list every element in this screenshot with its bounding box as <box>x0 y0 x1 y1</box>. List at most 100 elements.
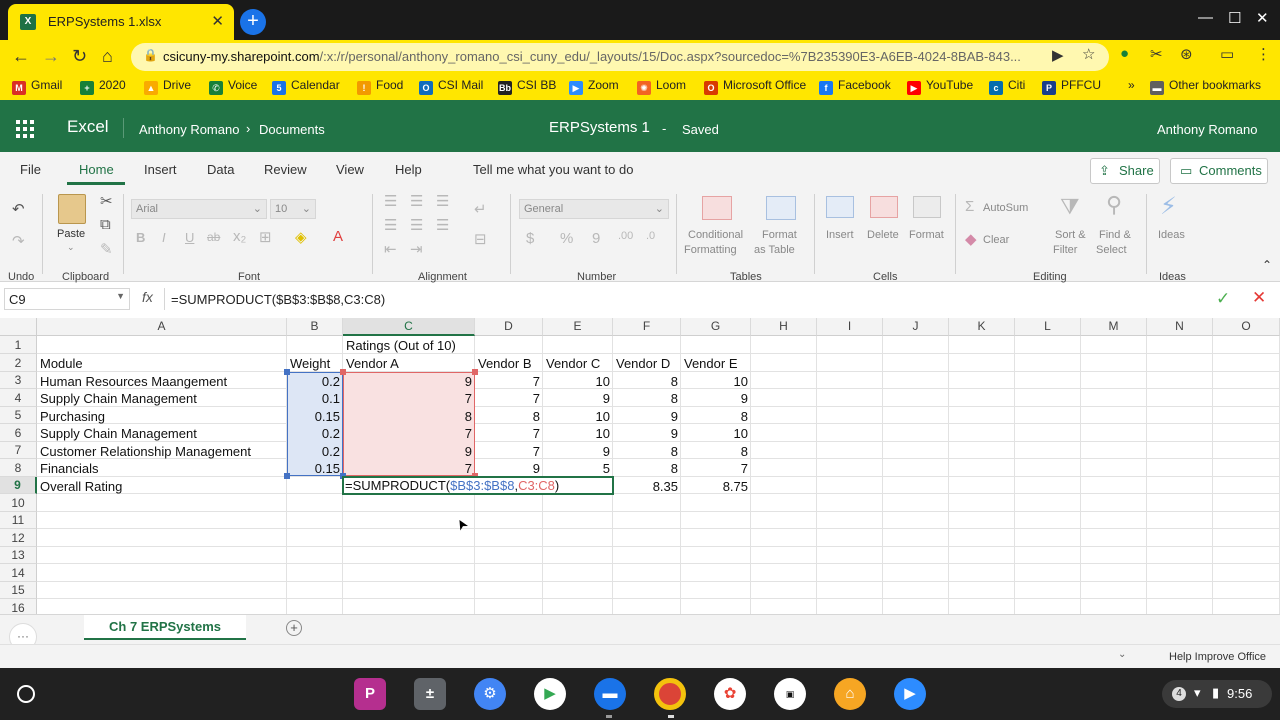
cell-c1[interactable]: Ratings (Out of 10) <box>346 337 456 354</box>
sort-filter-label-1[interactable]: Sort & <box>1055 229 1086 241</box>
document-title[interactable]: ERPSystems 1 <box>549 119 650 136</box>
cell-b4[interactable]: 0.1 <box>287 390 340 407</box>
cell-f4[interactable]: 8 <box>613 390 678 407</box>
cell-g7[interactable]: 8 <box>681 443 748 460</box>
font-color-icon[interactable]: A <box>333 228 343 245</box>
column-header-h[interactable]: H <box>751 318 817 336</box>
cell-f9[interactable]: 8.35 <box>613 478 678 495</box>
cell-c7[interactable]: 9 <box>343 443 472 460</box>
launcher-icon[interactable] <box>17 685 35 703</box>
percent-button[interactable]: % <box>560 230 573 247</box>
breadcrumb-user[interactable]: Anthony Romano <box>139 122 239 137</box>
cell-d4[interactable]: 7 <box>475 390 540 407</box>
extension-icon[interactable]: ● <box>1120 45 1129 62</box>
url-input[interactable]: 🔒 csicuny-my.sharepoint.com/:x:/r/person… <box>131 43 1109 71</box>
system-tray[interactable]: 4 ▾ ▮ 9:56 <box>1162 680 1272 708</box>
bookmark-loom[interactable]: ✺ Loom <box>637 78 686 95</box>
undo-icon[interactable]: ↶ <box>12 200 25 218</box>
bookmark-facebook[interactable]: f Facebook <box>819 78 891 95</box>
bookmark-star-icon[interactable]: ☆ <box>1082 45 1095 63</box>
cell-c8[interactable]: 7 <box>343 460 472 477</box>
decrease-decimal-icon[interactable]: .0 <box>646 230 655 242</box>
minimize-icon[interactable]: — <box>1198 9 1213 26</box>
cell-a9[interactable]: Overall Rating <box>40 478 122 495</box>
column-header-n[interactable]: N <box>1147 318 1213 336</box>
currency-button[interactable]: $ <box>526 230 534 247</box>
autosum-button[interactable]: AutoSum <box>983 202 1028 214</box>
strikethrough-button[interactable]: ab <box>207 230 220 244</box>
calculator-icon[interactable]: ± <box>414 678 446 710</box>
cell-g2[interactable]: Vendor E <box>684 355 738 372</box>
row-header-9[interactable]: 9 <box>0 477 37 494</box>
delete-cells-icon[interactable] <box>870 196 898 218</box>
align-center-icon[interactable]: ☰ <box>410 216 423 234</box>
browser-tab[interactable]: X ERPSystems 1.xlsx ✕ <box>8 4 234 40</box>
select-all-corner[interactable] <box>0 318 37 336</box>
column-header-c[interactable]: C <box>343 318 475 336</box>
row-header-3[interactable]: 3 <box>0 372 37 389</box>
tab-file[interactable]: File <box>20 162 41 177</box>
cell-d3[interactable]: 7 <box>475 373 540 390</box>
cell-a8[interactable]: Financials <box>40 460 99 477</box>
extension-2-icon[interactable]: ✂ <box>1150 45 1163 63</box>
cell-f7[interactable]: 8 <box>613 443 678 460</box>
photos-icon[interactable]: ✿ <box>714 678 746 710</box>
conditional-formatting-label-2[interactable]: Formatting <box>684 244 737 256</box>
home-app-icon[interactable]: ⌂ <box>834 678 866 710</box>
align-top-icon[interactable]: ☰ <box>384 192 397 210</box>
increase-decimal-icon[interactable]: .00 <box>618 230 633 242</box>
paste-dropdown-icon[interactable]: ⌄ <box>67 242 75 253</box>
autosum-icon[interactable]: Σ <box>965 198 974 215</box>
number-format-select[interactable]: General ⌄ <box>519 199 669 219</box>
cell-c4[interactable]: 7 <box>343 390 472 407</box>
share-button[interactable]: ⇪ Share <box>1090 158 1160 184</box>
cell-g4[interactable]: 9 <box>681 390 748 407</box>
files-icon[interactable]: ▬ <box>594 678 626 710</box>
row-header-11[interactable]: 11 <box>0 512 37 529</box>
collapse-ribbon-icon[interactable]: ⌃ <box>1262 258 1272 272</box>
find-icon[interactable]: ⚲ <box>1106 192 1122 218</box>
cell-d5[interactable]: 8 <box>475 408 540 425</box>
column-header-f[interactable]: F <box>613 318 681 336</box>
reload-icon[interactable]: ↻ <box>72 46 87 67</box>
name-box[interactable]: C9 ▼ <box>4 288 130 310</box>
mama-app-icon[interactable]: ▣ <box>774 678 806 710</box>
italic-button[interactable]: I <box>162 230 166 245</box>
row-header-5[interactable]: 5 <box>0 407 37 424</box>
format-as-table-icon[interactable] <box>766 196 796 220</box>
cell-f6[interactable]: 9 <box>613 425 678 442</box>
bookmark-youtube[interactable]: ▶ YouTube <box>907 78 973 95</box>
cell-b3[interactable]: 0.2 <box>287 373 340 390</box>
font-size-select[interactable]: 10 ⌄ <box>270 199 316 219</box>
home-icon[interactable]: ⌂ <box>102 46 113 67</box>
cell-d8[interactable]: 9 <box>475 460 540 477</box>
bookmark-citi[interactable]: c Citi <box>989 78 1025 95</box>
tab-data[interactable]: Data <box>207 162 234 177</box>
menu-icon[interactable]: ⋮ <box>1256 45 1271 63</box>
cancel-icon[interactable]: ✕ <box>1252 288 1266 308</box>
bookmark-voice[interactable]: ✆ Voice <box>209 78 257 95</box>
tab-view[interactable]: View <box>336 162 364 177</box>
cell-g9[interactable]: 8.75 <box>681 478 748 495</box>
cell-f2[interactable]: Vendor D <box>616 355 670 372</box>
cell-c6[interactable]: 7 <box>343 425 472 442</box>
sort-filter-label-2[interactable]: Filter <box>1053 244 1077 256</box>
find-select-label-2[interactable]: Select <box>1096 244 1127 256</box>
row-header-8[interactable]: 8 <box>0 459 37 477</box>
cell-c3[interactable]: 9 <box>343 373 472 390</box>
bookmark-2020[interactable]: +2020 <box>80 78 126 95</box>
column-header-d[interactable]: D <box>475 318 543 336</box>
align-right-icon[interactable]: ☰ <box>436 216 449 234</box>
paste-icon[interactable] <box>58 194 86 224</box>
format-as-table-label-1[interactable]: Format <box>762 229 797 241</box>
underline-button[interactable]: U <box>185 230 194 245</box>
bookmark-food[interactable]: ! Food <box>357 78 403 95</box>
close-window-icon[interactable]: ✕ <box>1256 9 1269 27</box>
extension-3-icon[interactable]: ⊛ <box>1180 45 1193 63</box>
subscript-icon[interactable]: x₂ <box>233 228 246 245</box>
cell-b5[interactable]: 0.15 <box>287 408 340 425</box>
new-tab-button[interactable]: + <box>240 9 266 35</box>
conditional-formatting-label-1[interactable]: Conditional <box>688 229 743 241</box>
bookmark-csi-bb[interactable]: Bb CSI BB <box>498 78 556 95</box>
fill-color-icon[interactable]: ◈ <box>295 228 307 246</box>
